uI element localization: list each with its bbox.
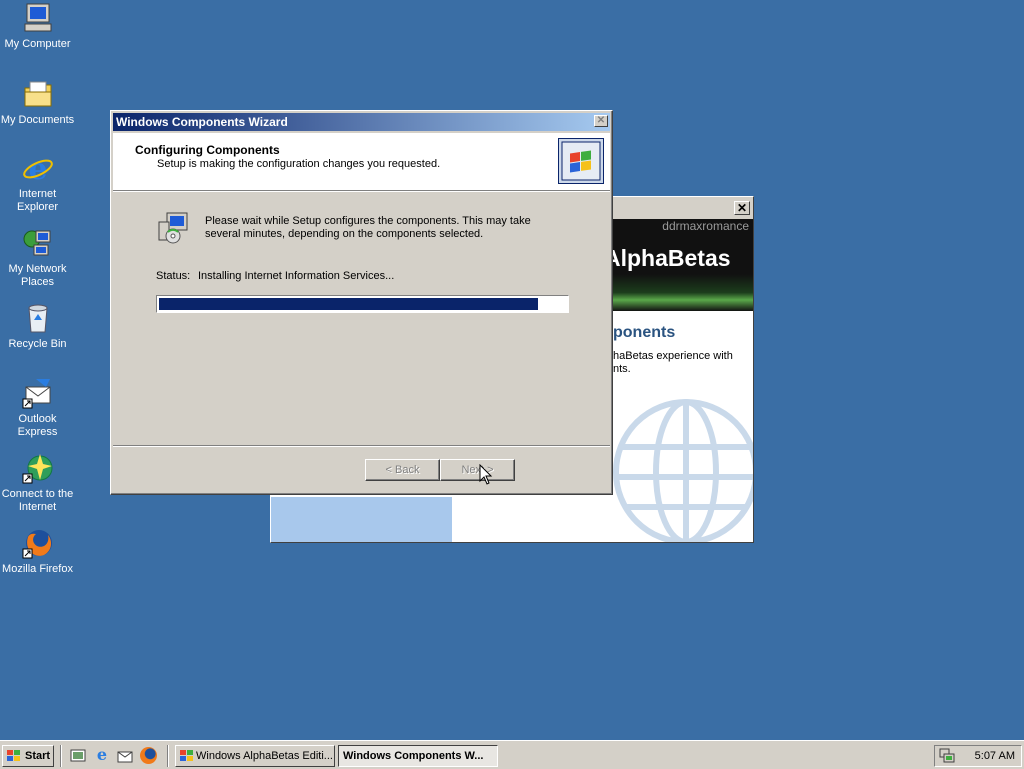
taskbar-separator [167, 745, 169, 767]
status-label: Status: [156, 270, 191, 282]
outlook-icon [22, 377, 54, 409]
bottom-divider [113, 445, 610, 447]
header-divider [113, 191, 610, 192]
watermark-text: ddrmaxromance [662, 219, 749, 233]
recycle-bin-icon [22, 302, 54, 334]
quick-launch-show-desktop-icon[interactable] [70, 748, 86, 764]
quick-launch-ie-icon[interactable]: e [94, 747, 110, 763]
wait-message-line1: Please wait while Setup configures the c… [205, 215, 531, 227]
clock[interactable]: 5:07 AM [975, 746, 1015, 766]
connect-icon [22, 452, 54, 484]
windows-flag-icon [7, 750, 20, 761]
back-button[interactable]: < Back [365, 459, 440, 481]
taskbar: Start e Windows AlphaBetas Editi... Wind… [0, 740, 1024, 769]
desktop-icon-my-network-places[interactable]: My Network Places [0, 227, 75, 289]
quick-launch-firefox-icon[interactable] [140, 747, 157, 764]
mouse-cursor-icon [479, 464, 493, 485]
computer-icon [22, 2, 54, 34]
desktop-icon-outlook-express[interactable]: Outlook Express [0, 377, 75, 439]
desktop-icon-recycle-bin[interactable]: Recycle Bin [0, 302, 75, 351]
desktop-icon-my-computer[interactable]: My Computer [0, 2, 75, 51]
progress-fill [159, 298, 538, 310]
desktop-icon-my-documents[interactable]: My Documents [0, 78, 75, 127]
svg-text:e: e [28, 152, 47, 184]
firefox-icon [22, 527, 54, 559]
wizard-titlebar[interactable]: Windows Components Wizard ✕ [113, 113, 610, 131]
quick-launch-outlook-icon[interactable] [117, 748, 133, 764]
status-value: Installing Internet Information Services… [198, 270, 395, 282]
header-title: Configuring Components [135, 143, 280, 157]
close-icon[interactable]: ✕ [594, 115, 608, 127]
setup-computer-icon [157, 212, 189, 244]
alphabetas-heading: ponents [613, 324, 676, 341]
header-subtitle: Setup is making the configuration change… [157, 158, 441, 170]
wait-message-line2: several minutes, depending on the compon… [205, 228, 484, 240]
windows-logo-icon [558, 138, 604, 184]
wizard-header: Configuring Components Setup is making t… [113, 133, 610, 191]
desktop-icon-connect-to-the-internet[interactable]: Connect to the Internet [0, 452, 75, 514]
wizard-title: Windows Components Wizard [116, 115, 288, 129]
ie-icon: e [22, 152, 54, 187]
banner-title: AlphaBetas [604, 245, 731, 271]
alphabetas-left-panel [271, 497, 452, 542]
network-icon [22, 227, 54, 259]
close-icon[interactable]: ✕ [734, 201, 750, 215]
progress-bar [156, 295, 569, 313]
alphabetas-body-2: nts. [613, 363, 631, 375]
task-alphabetas[interactable]: Windows AlphaBetas Editi... [175, 745, 335, 767]
folder-icon [22, 78, 54, 110]
alphabetas-body-1: haBetas experience with [613, 350, 733, 362]
desktop-icon-mozilla-firefox[interactable]: Mozilla Firefox [0, 527, 75, 576]
system-tray: 5:07 AM [934, 745, 1022, 767]
task-components-wizard[interactable]: Windows Components W... [338, 745, 498, 767]
desktop-icon-internet-explorer[interactable]: e Internet Explorer [0, 152, 75, 214]
windows-flag-icon [180, 750, 193, 761]
network-tray-icon[interactable] [939, 748, 955, 764]
start-button[interactable]: Start [2, 745, 54, 767]
globe-icon [613, 399, 753, 542]
next-button[interactable]: Next > [440, 459, 515, 481]
taskbar-separator [60, 745, 62, 767]
